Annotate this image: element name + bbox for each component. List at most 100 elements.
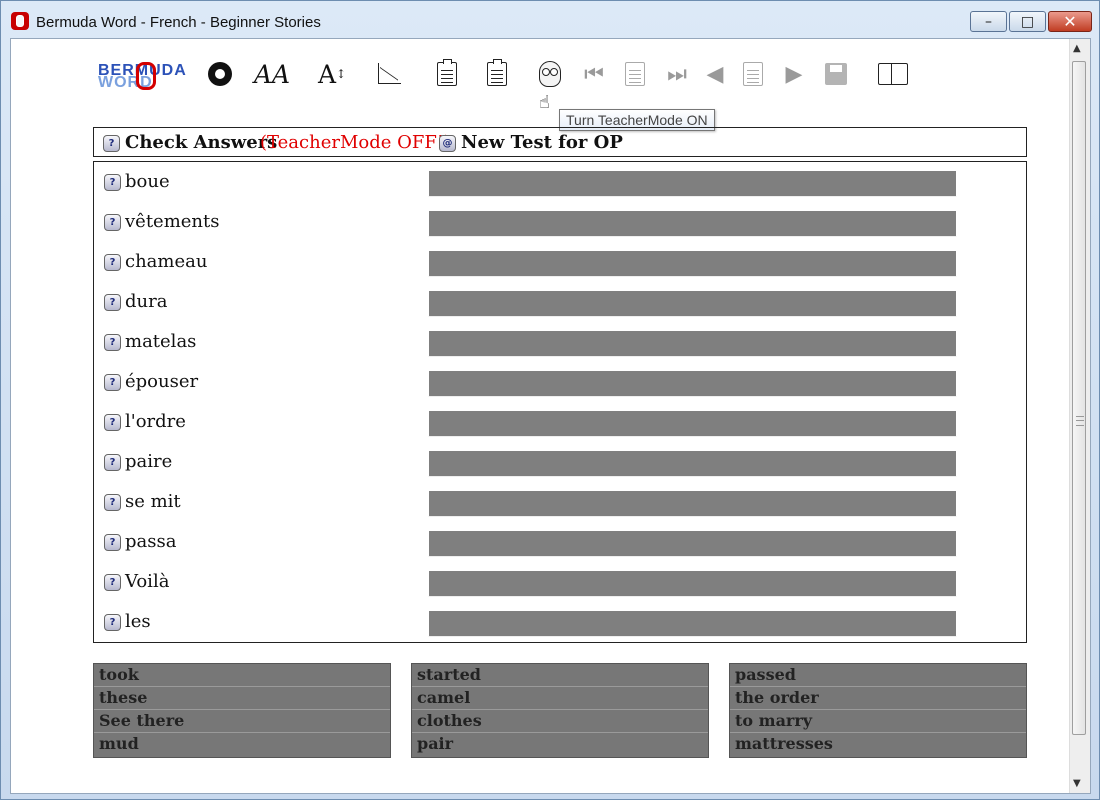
word-bank-item[interactable]: mattresses	[730, 733, 1026, 755]
worksheet-button[interactable]	[431, 59, 463, 89]
scrollbar-thumb[interactable]	[1072, 61, 1086, 735]
page-number-button[interactable]	[737, 59, 769, 89]
window-title: Bermuda Word - French - Beginner Stories	[36, 14, 321, 31]
help-button[interactable]: ?	[103, 135, 120, 152]
word-bank-column-1: took these See there mud	[93, 663, 391, 758]
word-bank-item[interactable]: started	[412, 664, 708, 687]
question-help-button[interactable]: ?	[104, 214, 121, 231]
new-test-badge-button[interactable]: @	[439, 135, 456, 152]
question-badge-icon: ?	[109, 377, 116, 388]
page-button[interactable]	[619, 59, 651, 89]
question-badge-icon: ?	[109, 537, 116, 548]
answer-slot[interactable]	[428, 531, 957, 557]
word-bank-item[interactable]: passed	[730, 664, 1026, 687]
question-help-button[interactable]: ?	[104, 494, 121, 511]
previous-icon: ◀	[706, 61, 724, 87]
word-bank-item[interactable]: the order	[730, 687, 1026, 710]
quiz-icon	[487, 59, 507, 86]
word-bank-column-3: passed the order to marry mattresses	[729, 663, 1027, 758]
book-button[interactable]	[877, 59, 909, 89]
app-window: Bermuda Word - French - Beginner Stories…	[0, 0, 1100, 800]
word-bank-item[interactable]: these	[94, 687, 390, 710]
close-icon: ✕	[1063, 12, 1077, 31]
question-badge-icon: ?	[109, 257, 116, 268]
close-button[interactable]: ✕	[1048, 11, 1092, 32]
question-help-button[interactable]: ?	[104, 414, 121, 431]
worksheet-icon	[437, 59, 457, 86]
french-word: Voilà	[125, 571, 170, 592]
new-test-link[interactable]: New Test for OP	[461, 132, 623, 153]
main-client-area: BERMUDA WORD AA A ↕ ⏮ ⏭ ◀ ▶ ☝ Turn Teache…	[10, 38, 1091, 794]
question-badge-icon: ?	[109, 577, 116, 588]
question-help-button[interactable]: ?	[104, 174, 121, 191]
answer-slot[interactable]	[428, 211, 957, 237]
bermuda-word-logo[interactable]: BERMUDA WORD	[98, 62, 194, 92]
word-bank-item[interactable]: mud	[94, 733, 390, 755]
vertical-scrollbar[interactable]: ▲ ▼	[1069, 39, 1090, 793]
question-row: ? l'ordre	[94, 402, 1026, 442]
answer-slot[interactable]	[428, 611, 957, 637]
toolbar: BERMUDA WORD AA A ↕ ⏮ ⏭ ◀ ▶	[96, 59, 936, 93]
word-bank-item[interactable]: clothes	[412, 710, 708, 733]
check-answers-link[interactable]: Check Answers	[125, 132, 277, 153]
first-page-button[interactable]: ⏮	[578, 59, 610, 89]
book-icon	[877, 62, 909, 86]
maximize-button[interactable]: □	[1009, 11, 1046, 32]
settings-button[interactable]	[204, 59, 236, 89]
answer-slot[interactable]	[428, 571, 957, 597]
french-word: matelas	[125, 331, 197, 352]
french-word: l'ordre	[125, 411, 186, 432]
quiz-button[interactable]	[481, 59, 513, 89]
next-button[interactable]: ▶	[778, 59, 810, 89]
teacher-mode-button[interactable]	[534, 59, 566, 89]
question-badge-icon: ?	[109, 177, 116, 188]
question-help-button[interactable]: ?	[104, 334, 121, 351]
word-bank-item[interactable]: to marry	[730, 710, 1026, 733]
question-help-button[interactable]: ?	[104, 374, 121, 391]
french-word: passa	[125, 531, 177, 552]
word-bank-item[interactable]: camel	[412, 687, 708, 710]
question-help-button[interactable]: ?	[104, 454, 121, 471]
question-help-button[interactable]: ?	[104, 294, 121, 311]
minimize-button[interactable]: –	[970, 11, 1007, 32]
answer-slot[interactable]	[428, 291, 957, 317]
answer-slot[interactable]	[428, 491, 957, 517]
save-button[interactable]	[820, 59, 852, 89]
app-icon	[11, 12, 29, 30]
word-bank-item[interactable]: pair	[412, 733, 708, 755]
answer-slot[interactable]	[428, 371, 957, 397]
owl-icon	[539, 61, 561, 87]
scroll-up-icon[interactable]: ▲	[1073, 43, 1081, 54]
question-row: ? les	[94, 602, 1026, 642]
answer-slot[interactable]	[428, 171, 957, 197]
graph-button[interactable]	[373, 59, 405, 89]
next-set-button[interactable]: ⏭	[661, 59, 693, 89]
answer-slot[interactable]	[428, 411, 957, 437]
font-style-icon: AA	[253, 59, 291, 89]
answer-slot[interactable]	[428, 251, 957, 277]
french-word: vêtements	[125, 211, 220, 232]
word-bank-item[interactable]: took	[94, 664, 390, 687]
word-bank-item[interactable]: See there	[94, 710, 390, 733]
french-word: paire	[125, 451, 173, 472]
answer-slot[interactable]	[428, 451, 957, 477]
previous-button[interactable]: ◀	[699, 59, 731, 89]
question-help-button[interactable]: ?	[104, 574, 121, 591]
question-badge-icon: ?	[109, 337, 116, 348]
question-help-button[interactable]: ?	[104, 614, 121, 631]
answer-slot[interactable]	[428, 331, 957, 357]
logo-mark-icon	[136, 62, 156, 90]
font-size-button[interactable]: A ↕	[316, 59, 348, 89]
question-badge-icon: ?	[109, 217, 116, 228]
french-word: chameau	[125, 251, 208, 272]
question-row: ? matelas	[94, 322, 1026, 362]
font-style-button[interactable]: AA	[253, 59, 291, 89]
question-row: ? vêtements	[94, 202, 1026, 242]
question-help-button[interactable]: ?	[104, 534, 121, 551]
at-sign-badge-icon: @	[442, 138, 453, 149]
teacher-mode-status: (TeacherMode OFF!)	[260, 132, 452, 153]
scroll-down-icon[interactable]: ▼	[1073, 778, 1081, 789]
french-word: les	[125, 611, 151, 632]
question-help-button[interactable]: ?	[104, 254, 121, 271]
save-icon	[825, 63, 847, 85]
